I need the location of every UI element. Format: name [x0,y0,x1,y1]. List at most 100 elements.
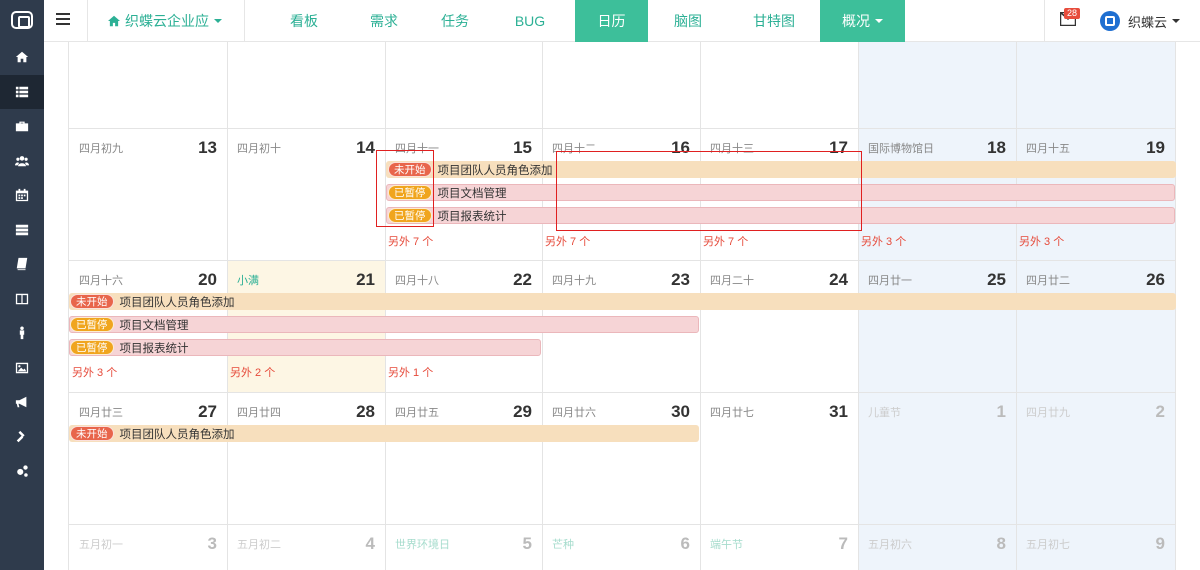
day-cell-header[interactable]: 芒种 6 [552,534,690,554]
weekend-bg [858,42,1176,128]
lunar-date: 五月初一 [79,539,123,551]
more-events-link[interactable]: 另外 3 个 [1019,233,1064,249]
day-cell-header[interactable]: 四月廿一 25 [868,270,1006,290]
day-cell-header[interactable]: 五月初七 9 [1026,534,1165,554]
more-events-link[interactable]: 另外 3 个 [861,233,906,249]
day-cell-header[interactable]: 四月廿四 28 [237,402,375,422]
day-number: 18 [987,138,1006,157]
lunar-date: 五月初二 [237,539,281,551]
day-cell-header[interactable]: 四月初十 14 [237,138,375,158]
tab-calendar[interactable]: 日历 [575,0,648,42]
tab-bug[interactable]: BUG [486,0,574,42]
cogs-icon[interactable] [0,454,44,489]
more-events-link[interactable]: 另外 2 个 [230,364,275,380]
day-number: 1 [996,402,1006,421]
day-cell-header[interactable]: 五月初二 4 [237,534,375,554]
day-number: 14 [356,138,375,157]
event-item[interactable]: 已暂停 项目文档管理 [70,316,189,333]
person-icon[interactable] [0,316,44,351]
calendar-icon[interactable] [0,178,44,213]
day-cell-header[interactable]: 小满 21 [237,270,375,290]
more-events-link[interactable]: 另外 7 个 [703,233,748,249]
tab-requirements[interactable]: 需求 [344,0,424,42]
day-cell-header[interactable]: 儿童节 1 [868,402,1006,422]
lunar-date: 四月廿二 [1026,275,1070,287]
company-name: 织蝶云企业应 [125,13,209,29]
more-events-link[interactable]: 另外 7 个 [545,233,590,249]
tab-label: 日历 [597,13,626,29]
tab-label: 任务 [441,13,469,29]
lunar-date: 四月初九 [79,143,123,155]
more-events-link[interactable]: 另外 7 个 [388,233,433,249]
tab-tasks[interactable]: 任务 [424,0,486,42]
event-title: 项目文档管理 [437,187,507,200]
menu-toggle-icon[interactable] [56,13,70,27]
home-icon[interactable] [0,40,44,75]
tab-label: 看板 [290,13,318,29]
more-events-link[interactable]: 另外 3 个 [72,364,117,380]
briefcase-icon[interactable] [0,109,44,144]
day-number: 6 [680,534,690,553]
lunar-date: 四月廿六 [552,407,596,419]
mail-count-badge: 28 [1064,8,1081,19]
day-cell-header[interactable]: 四月十九 23 [552,270,690,290]
lunar-date: 四月廿三 [79,407,123,419]
day-cell-header[interactable]: 五月初一 3 [79,534,217,554]
event-title: 项目报表统计 [119,342,189,355]
day-cell-header[interactable]: 四月十五 19 [1026,138,1165,158]
day-cell-header[interactable]: 四月廿九 2 [1026,402,1165,422]
day-number: 20 [198,270,217,289]
list-icon[interactable] [0,74,44,109]
lunar-date: 四月二十 [710,275,754,287]
day-number: 25 [987,270,1006,289]
tab-kanban[interactable]: 看板 [264,0,344,42]
event-item[interactable]: 未开始 项目团队人员角色添加 [70,293,235,310]
header-divider [244,0,245,42]
day-cell-header[interactable]: 四月十六 20 [79,270,217,290]
tab-label: 需求 [370,13,398,29]
tab-overview[interactable]: 概况 [820,0,905,42]
more-events-link[interactable]: 另外 1 个 [388,364,433,380]
lunar-date: 四月廿七 [710,407,754,419]
day-cell-header[interactable]: 四月十八 22 [395,270,532,290]
users-icon[interactable] [0,144,44,179]
user-menu[interactable]: 织蝶云 [1100,0,1181,42]
day-number: 23 [671,270,690,289]
gavel-icon[interactable] [0,420,44,455]
event-bar[interactable] [69,293,1176,310]
day-cell-header[interactable]: 四月廿三 27 [79,402,217,422]
app-logo-icon[interactable] [0,0,44,40]
server-icon[interactable] [0,213,44,248]
columns-icon[interactable] [0,282,44,317]
day-cell-header[interactable]: 世界环境日 5 [395,534,532,554]
day-number: 2 [1155,402,1165,421]
status-badge: 已暂停 [70,340,114,355]
grid-line [68,260,1176,261]
event-item[interactable]: 已暂停 项目报表统计 [70,339,189,356]
day-number: 15 [513,138,532,157]
day-cell-header[interactable]: 四月廿六 30 [552,402,690,422]
day-number: 26 [1146,270,1165,289]
lunar-date: 四月廿九 [1026,407,1070,419]
grid-line [68,392,1176,393]
day-cell-header[interactable]: 五月初六 8 [868,534,1006,554]
tab-gantt[interactable]: 甘特图 [728,0,820,42]
event-item[interactable]: 未开始 项目团队人员角色添加 [70,425,235,442]
day-cell-header[interactable]: 四月廿七 31 [710,402,848,422]
day-cell-header[interactable]: 四月初九 13 [79,138,217,158]
lunar-date: 四月十九 [552,275,596,287]
day-cell-header[interactable]: 四月廿二 26 [1026,270,1165,290]
event-title: 项目团队人员角色添加 [119,428,235,441]
day-cell-header[interactable]: 国际博物馆日 18 [868,138,1006,158]
image-icon[interactable] [0,351,44,386]
tab-mindmap[interactable]: 脑图 [648,0,728,42]
day-cell-header[interactable]: 四月廿五 29 [395,402,532,422]
day-cell-header[interactable]: 端午节 7 [710,534,848,554]
day-cell-header[interactable]: 四月二十 24 [710,270,848,290]
book-icon[interactable] [0,247,44,282]
lunar-date: 世界环境日 [395,539,450,551]
company-selector[interactable]: 织蝶云企业应 [108,0,222,42]
lunar-date: 四月十八 [395,275,439,287]
tab-label: BUG [514,13,546,29]
bullhorn-icon[interactable] [0,385,44,420]
